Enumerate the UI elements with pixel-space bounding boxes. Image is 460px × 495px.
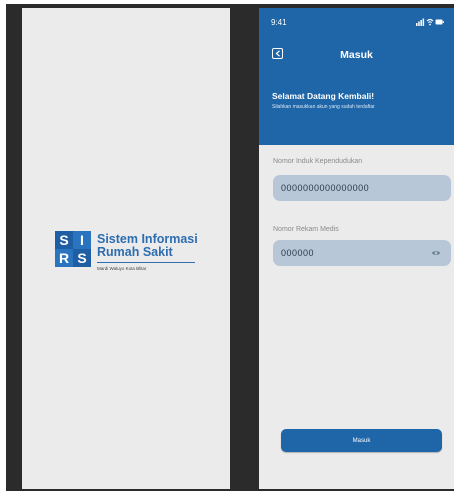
- logo-subtitle: Mardi Waluyo Kota Blitar: [97, 266, 147, 271]
- logo-divider: [97, 262, 195, 263]
- logo-mark: S I R S: [55, 231, 91, 267]
- welcome-subtitle: Silahkan masukkan akun yang sudah terdaf…: [272, 104, 375, 110]
- logo-letter-s2: S: [73, 249, 91, 267]
- eye-icon[interactable]: [431, 248, 441, 258]
- rm-label: Nomor Rekam Medis: [273, 226, 339, 233]
- logo-title: Sistem Informasi Rumah Sakit: [97, 233, 227, 259]
- nik-label: Nomor Induk Kependudukan: [273, 158, 363, 165]
- login-header: 9:41 Masuk Selamat Datang Kembali! Silah…: [259, 8, 454, 145]
- logo-title-line2: Rumah Sakit: [97, 245, 173, 259]
- sirs-logo: S I R S Sistem Informasi Rumah Sakit Mar…: [55, 231, 215, 281]
- status-time: 9:41: [271, 18, 287, 27]
- welcome-title: Selamat Datang Kembali!: [272, 91, 375, 101]
- nav-title: Masuk: [340, 49, 373, 61]
- login-screen: 9:41 Masuk Selamat Datang Kembali! Silah…: [259, 8, 454, 489]
- submit-label: Masuk: [352, 437, 371, 444]
- battery-icon: [435, 19, 444, 25]
- splash-screen: S I R S Sistem Informasi Rumah Sakit Mar…: [22, 8, 230, 489]
- logo-letter-s1: S: [55, 231, 73, 249]
- logo-letter-r: R: [55, 249, 73, 267]
- nik-value: 0000000000000000: [281, 183, 370, 193]
- wifi-icon: [426, 18, 434, 26]
- submit-button[interactable]: Masuk: [281, 429, 442, 452]
- rm-value: 000000: [281, 248, 315, 258]
- logo-letter-i: I: [73, 231, 91, 249]
- nik-input[interactable]: 0000000000000000: [273, 175, 451, 201]
- status-icons: [416, 18, 444, 26]
- rm-input[interactable]: 000000: [273, 240, 451, 266]
- signal-icon: [416, 18, 425, 26]
